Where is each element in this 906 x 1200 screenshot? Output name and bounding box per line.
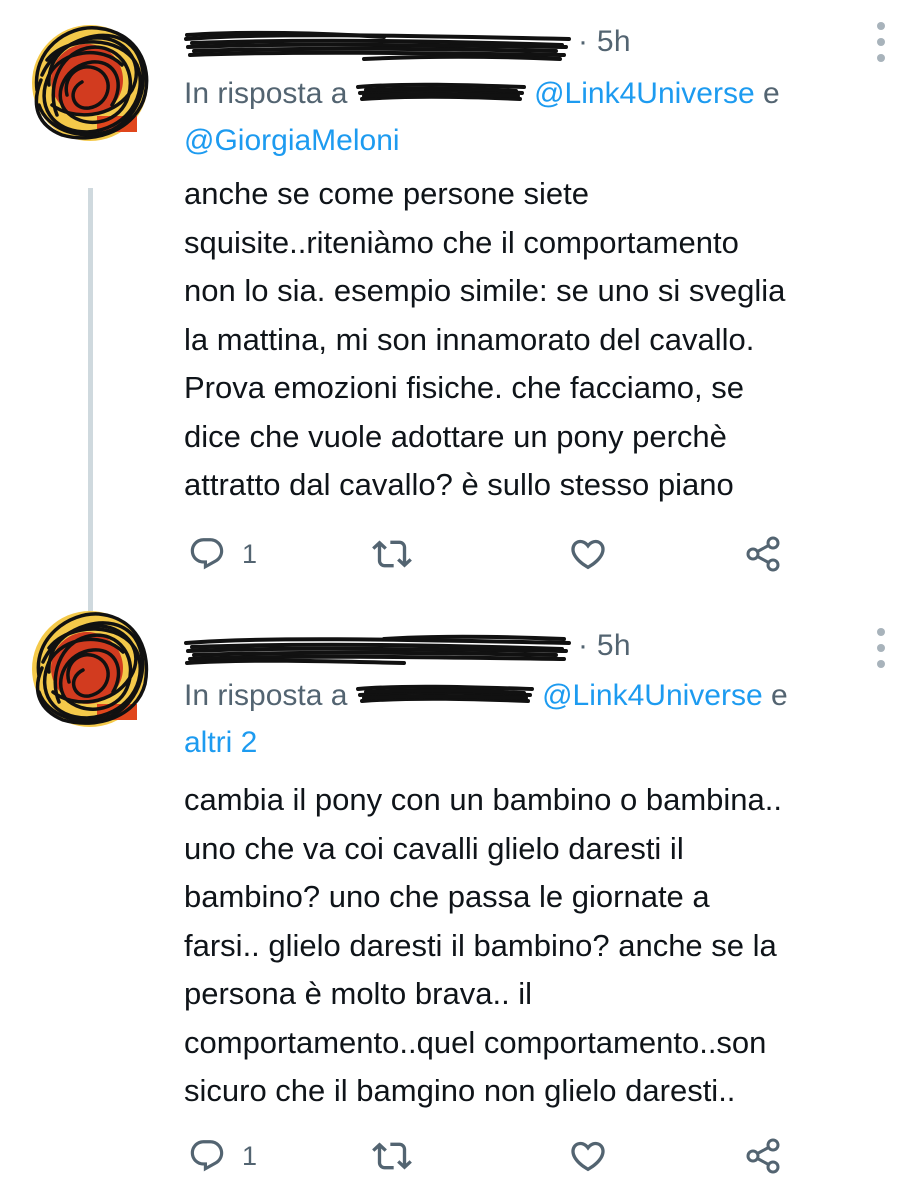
like-button[interactable]: [568, 530, 608, 578]
share-button[interactable]: [744, 530, 784, 578]
reply-mentions-link[interactable]: @Link4Universe: [534, 679, 763, 712]
reply-icon: [188, 1137, 226, 1175]
share-icon: [744, 1136, 784, 1176]
redacted-username: [184, 25, 574, 61]
heart-icon: [568, 1136, 608, 1176]
reply-joiner: e: [762, 679, 788, 712]
reply-button[interactable]: 1: [188, 530, 257, 578]
reply-count: 1: [242, 538, 258, 569]
tweet-header: · 5h: [184, 22, 631, 62]
reply-prefix: In risposta a: [184, 77, 356, 110]
tweet-timestamp[interactable]: · 5h: [578, 629, 631, 663]
retweet-icon: [372, 1136, 412, 1176]
reply-mentions-link[interactable]: @Link4Universe: [526, 77, 755, 110]
share-button[interactable]: [744, 1132, 784, 1180]
more-options-icon[interactable]: [874, 22, 888, 62]
reply-context: In risposta a @Link4Universe e @GiorgiaM…: [184, 70, 884, 164]
reply-button[interactable]: 1: [188, 1132, 257, 1180]
tweet-header: · 5h: [184, 626, 631, 666]
reply-tweet[interactable]: · 5h In risposta a @Link4Universe e @Gio…: [0, 0, 906, 598]
share-icon: [744, 534, 784, 574]
tweet-text: cambia il pony con un bambino o bambina.…: [184, 782, 782, 1108]
reply-count: 1: [242, 1140, 258, 1171]
redacted-handle: [355, 676, 534, 706]
more-options-icon[interactable]: [874, 628, 888, 668]
tweet-actions: 1: [184, 530, 824, 578]
reply-extra-link[interactable]: altri 2: [184, 726, 257, 759]
heart-icon: [568, 534, 608, 574]
avatar[interactable]: [27, 606, 153, 732]
reply-icon: [188, 535, 226, 573]
like-button[interactable]: [568, 1132, 608, 1180]
tweet-actions: 1: [184, 1132, 824, 1180]
reply-extra-link[interactable]: @GiorgiaMeloni: [184, 124, 400, 157]
avatar[interactable]: [27, 20, 153, 146]
reply-tweet[interactable]: · 5h In risposta a @Link4Universe e altri…: [0, 598, 906, 1200]
retweet-button[interactable]: [372, 530, 412, 578]
reply-context: In risposta a @Link4Universe e altri 2: [184, 672, 884, 766]
reply-joiner: e: [754, 77, 780, 110]
redacted-handle: [355, 74, 526, 104]
retweet-icon: [372, 534, 412, 574]
tweet-text: anche se come persone siete squisite..ri…: [184, 176, 786, 502]
tweet-timestamp[interactable]: · 5h: [578, 25, 631, 59]
redacted-username: [184, 629, 574, 665]
reply-prefix: In risposta a: [184, 679, 356, 712]
retweet-button[interactable]: [372, 1132, 412, 1180]
